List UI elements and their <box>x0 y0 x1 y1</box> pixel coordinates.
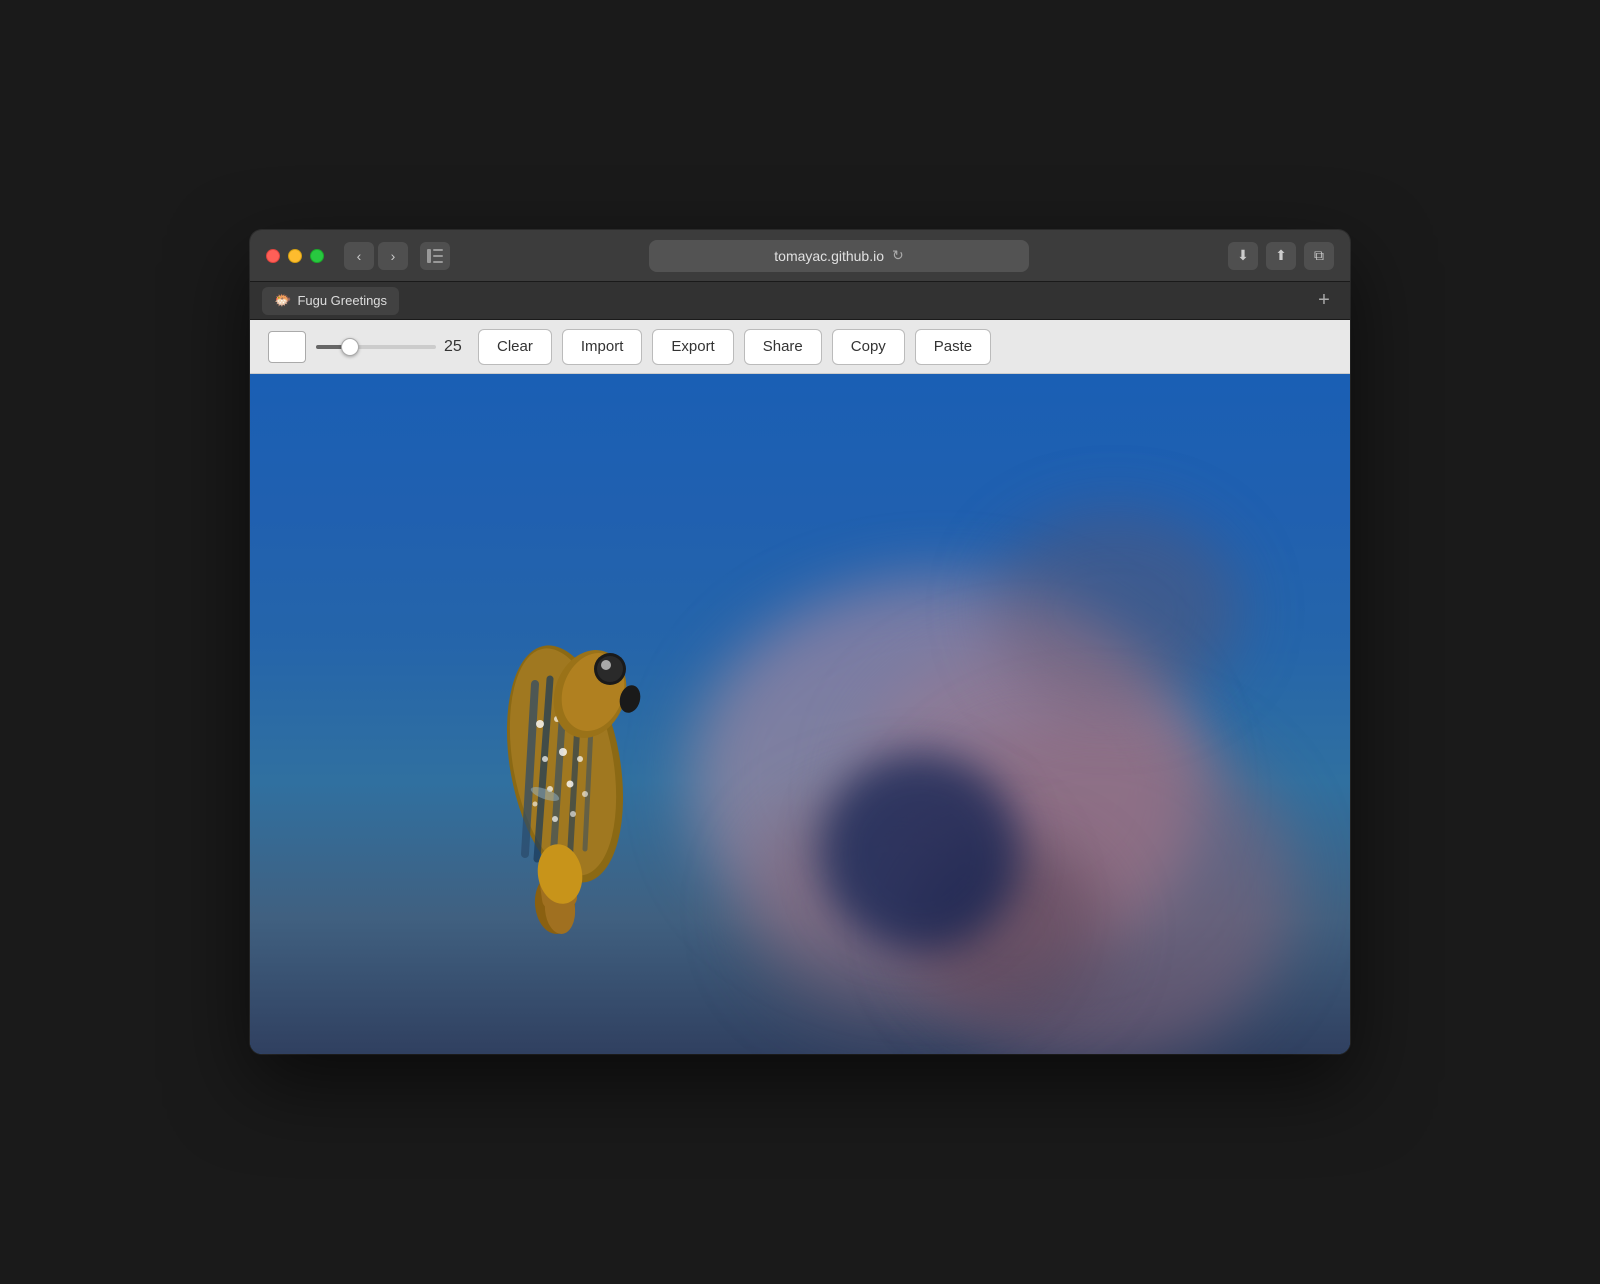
forward-button[interactable]: › <box>378 242 408 270</box>
share-action-button[interactable]: Share <box>744 329 822 365</box>
paste-button[interactable]: Paste <box>915 329 991 365</box>
tab-bar: 🐡 Fugu Greetings + <box>250 282 1350 320</box>
back-button[interactable]: ‹ <box>344 242 374 270</box>
brush-size-slider[interactable] <box>316 345 436 349</box>
copy-button[interactable]: Copy <box>832 329 905 365</box>
fish-scene <box>250 374 1350 1054</box>
nav-buttons: ‹ › <box>344 242 408 270</box>
address-bar-area: tomayac.github.io ↻ <box>462 240 1216 272</box>
tab-favicon: 🐡 <box>274 292 291 309</box>
url-text: tomayac.github.io <box>774 248 884 264</box>
traffic-lights <box>266 249 324 263</box>
fish-illustration <box>415 564 765 1014</box>
share-button[interactable]: ⬆ <box>1266 242 1296 270</box>
browser-actions: ⬇ ⬆ ⧉ <box>1228 242 1334 270</box>
clear-button[interactable]: Clear <box>478 329 552 365</box>
active-tab[interactable]: 🐡 Fugu Greetings <box>262 287 399 315</box>
color-swatch[interactable] <box>268 331 306 363</box>
brush-size-value: 25 <box>444 338 468 356</box>
address-bar[interactable]: tomayac.github.io ↻ <box>649 240 1029 272</box>
import-button[interactable]: Import <box>562 329 643 365</box>
title-bar: ‹ › tomayac.github.io ↻ ⬇ ⬆ ⧉ <box>250 230 1350 282</box>
tab-overview-button[interactable]: ⧉ <box>1304 242 1334 270</box>
sidebar-toggle-button[interactable] <box>420 242 450 270</box>
export-button[interactable]: Export <box>652 329 733 365</box>
drawing-canvas[interactable] <box>250 374 1350 1054</box>
maximize-button[interactable] <box>310 249 324 263</box>
download-button[interactable]: ⬇ <box>1228 242 1258 270</box>
close-button[interactable] <box>266 249 280 263</box>
tab-label: Fugu Greetings <box>297 293 387 308</box>
reload-button[interactable]: ↻ <box>892 247 904 264</box>
browser-window: ‹ › tomayac.github.io ↻ ⬇ ⬆ ⧉ 🐡 <box>250 230 1350 1054</box>
app-toolbar: 25 Clear Import Export Share Copy Paste <box>250 320 1350 374</box>
brush-size-control: 25 <box>316 338 468 356</box>
new-tab-button[interactable]: + <box>1310 287 1338 315</box>
minimize-button[interactable] <box>288 249 302 263</box>
